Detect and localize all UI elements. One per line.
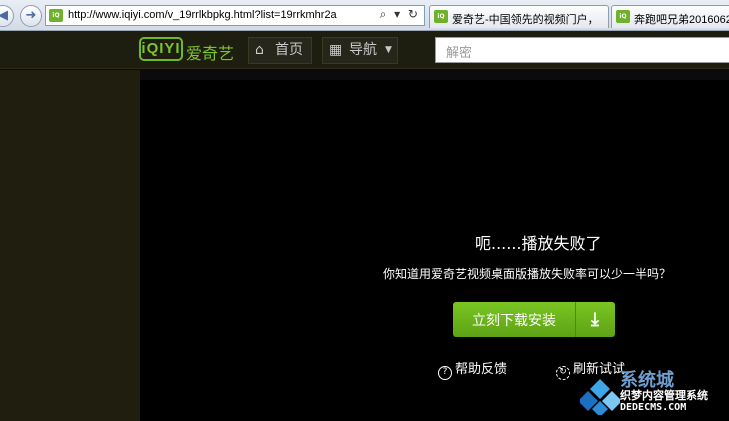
nav-label: 导航 xyxy=(349,42,377,58)
error-subtitle: 你知道用爱奇艺视频桌面版播放失败率可以少一半吗？ xyxy=(383,267,672,281)
install-label: 立刻下载安装 xyxy=(472,313,556,329)
screen: ◀ ➜ iQ http://www.iqiyi.com/v_19rrlkbpkg… xyxy=(0,0,729,421)
forward-button[interactable]: ➜ xyxy=(20,5,42,27)
iqiyi-favicon-icon: iQ xyxy=(49,9,63,22)
site-header: iQIYI 爱奇艺 ⌂ 首页 ▦ 导航 ▼ 解密 xyxy=(0,31,729,69)
download-icon: ⤓ xyxy=(591,309,599,330)
back-button[interactable]: ◀ xyxy=(0,5,14,27)
watermark-line1: 织梦内容管理系统 xyxy=(620,389,708,402)
left-panel xyxy=(0,70,140,421)
brand-name[interactable]: 爱奇艺 xyxy=(186,40,234,64)
home-button[interactable]: ⌂ 首页 xyxy=(248,37,312,64)
question-icon: ? xyxy=(438,366,452,380)
tab-label: 爱奇艺-中国领先的视频门户， xyxy=(452,14,599,26)
address-tools-icons[interactable]: ⌕ ▾ ↻ xyxy=(380,7,420,22)
address-url[interactable]: http://www.iqiyi.com/v_19rrlkbpkg.html?l… xyxy=(68,9,337,21)
help-feedback-link[interactable]: ? 帮助反馈 xyxy=(438,358,507,380)
home-label: 首页 xyxy=(275,42,303,58)
search-input[interactable]: 解密 xyxy=(435,37,729,63)
tab-label: 奔跑吧兄弟2016062 xyxy=(634,14,729,26)
home-icon: ⌂ xyxy=(255,42,264,58)
help-label: 帮助反馈 xyxy=(455,362,508,377)
caret-down-icon: ▼ xyxy=(385,45,392,55)
error-title: 呃......播放失败了 xyxy=(475,234,602,253)
tab-iqiyi-home[interactable]: iQ 爱奇艺-中国领先的视频门户， xyxy=(429,5,609,28)
tab-running-man[interactable]: iQ 奔跑吧兄弟2016062 xyxy=(611,5,729,28)
address-bar[interactable]: iQ http://www.iqiyi.com/v_19rrlkbpkg.htm… xyxy=(45,5,425,26)
browser-toolbar: ◀ ➜ iQ http://www.iqiyi.com/v_19rrlkbpkg… xyxy=(0,0,729,31)
iqiyi-favicon-icon: iQ xyxy=(616,10,630,23)
button-divider xyxy=(575,302,576,337)
watermark-logo-icon xyxy=(580,379,620,415)
install-button[interactable]: 立刻下载安装 ⤓ xyxy=(453,302,615,337)
iqiyi-logo[interactable]: iQIYI xyxy=(139,37,183,61)
watermark-line2: DEDECMS.COM xyxy=(620,402,687,413)
refresh-icon: ↻ xyxy=(556,366,570,380)
search-placeholder: 解密 xyxy=(446,46,473,61)
iqiyi-favicon-icon: iQ xyxy=(434,10,448,23)
grid-icon: ▦ xyxy=(329,42,343,58)
nav-menu-button[interactable]: ▦ 导航 ▼ xyxy=(322,37,398,64)
